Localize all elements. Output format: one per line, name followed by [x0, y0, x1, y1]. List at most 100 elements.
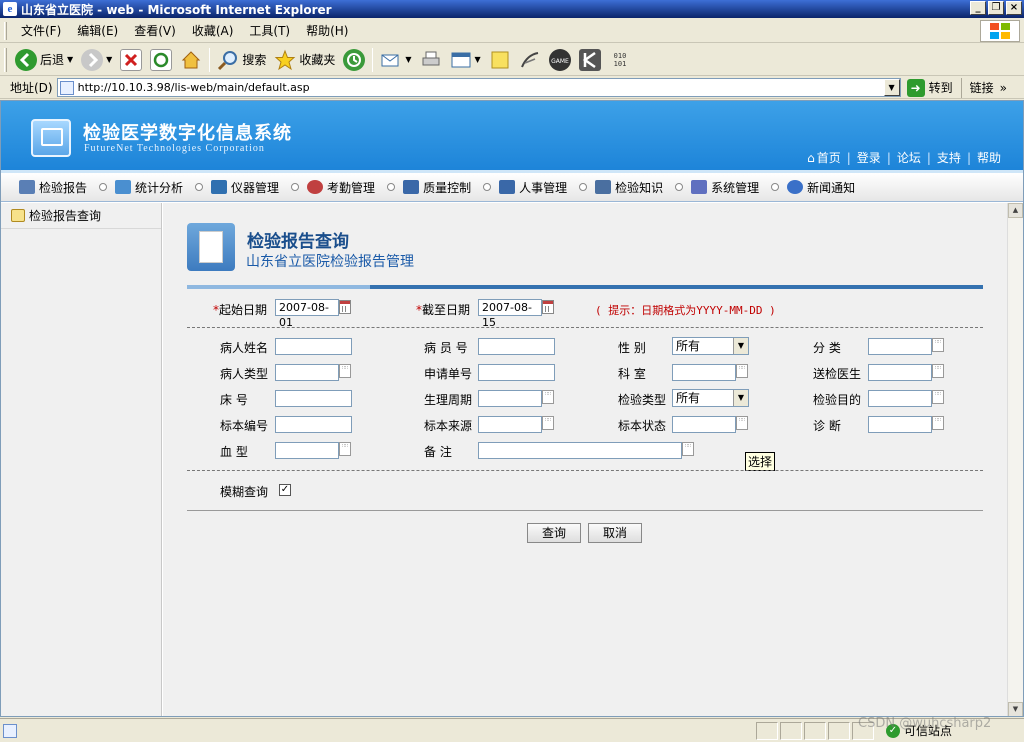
test-purpose-input[interactable]: [868, 390, 932, 407]
diagnosis-input[interactable]: [868, 416, 932, 433]
patient-no-input[interactable]: [478, 338, 555, 355]
end-date-text: 截至日期: [422, 303, 471, 317]
picker-icon[interactable]: ∷∷: [932, 416, 944, 430]
nav-system[interactable]: 系统管理: [687, 179, 767, 196]
history-icon: [343, 48, 366, 71]
menu-file[interactable]: 文件(F): [13, 22, 69, 39]
gender-select[interactable]: 所有 ▼: [672, 337, 749, 355]
remarks-input[interactable]: [478, 442, 682, 459]
patient-type-input[interactable]: [275, 364, 339, 381]
department-input[interactable]: [672, 364, 736, 381]
scroll-up-icon[interactable]: ▲: [1008, 203, 1023, 218]
bed-no-input[interactable]: [275, 390, 352, 407]
standard-toolbar: 后退 ▼ ▼ 搜索 收藏夹 ▼ ▼ GAME 010 101: [0, 44, 1024, 76]
picker-icon[interactable]: ∷∷: [682, 442, 694, 456]
vertical-scrollbar[interactable]: ▲ ▼: [1007, 203, 1023, 716]
patient-name-input[interactable]: [275, 338, 352, 355]
address-input[interactable]: http://10.10.3.98/lis-web/main/default.a…: [56, 78, 901, 97]
site-link-home[interactable]: 首页: [817, 149, 847, 166]
picker-icon[interactable]: ∷∷: [736, 364, 748, 378]
binary-tool-button[interactable]: 010 101: [605, 46, 635, 74]
stop-button[interactable]: [116, 46, 146, 74]
go-button[interactable]: ➜ 转到: [901, 78, 961, 97]
nav-test-report[interactable]: 检验报告: [15, 179, 95, 196]
nav-personnel[interactable]: 人事管理: [495, 179, 575, 196]
minimize-button[interactable]: _: [970, 1, 986, 15]
search-button[interactable]: 搜索: [213, 46, 270, 74]
test-type-select[interactable]: 所有 ▼: [672, 389, 749, 407]
toolbar-grip[interactable]: [4, 47, 7, 72]
nav-attendance[interactable]: 考勤管理: [303, 179, 383, 196]
site-link-support[interactable]: 支持: [931, 149, 967, 166]
sidebar-item-report-query[interactable]: 检验报告查询: [1, 203, 161, 229]
specimen-status-input[interactable]: [672, 416, 736, 433]
end-date-input[interactable]: 2007-08-15: [478, 299, 542, 329]
site-link-login[interactable]: 登录: [851, 149, 887, 166]
picker-icon[interactable]: ∷∷: [736, 416, 748, 430]
request-no-input[interactable]: [478, 364, 555, 381]
print-button[interactable]: [416, 46, 446, 74]
picker-icon[interactable]: ∷∷: [932, 390, 944, 404]
nav-quality[interactable]: 质量控制: [399, 179, 479, 196]
links-button[interactable]: 链接 »: [960, 77, 1007, 98]
windows-logo-icon: [980, 20, 1020, 42]
specimen-no-input[interactable]: [275, 416, 352, 433]
blood-type-input[interactable]: [275, 442, 339, 459]
menu-help[interactable]: 帮助(H): [298, 22, 356, 39]
query-button[interactable]: 查询: [527, 523, 581, 543]
edit-button[interactable]: ▼: [446, 46, 485, 74]
picker-icon[interactable]: ∷∷: [932, 364, 944, 378]
category-input[interactable]: [868, 338, 932, 355]
mail-button[interactable]: ▼: [376, 46, 415, 74]
forward-button[interactable]: ▼: [77, 46, 116, 74]
picker-icon[interactable]: ∷∷: [339, 442, 351, 456]
restore-button[interactable]: ❐: [988, 1, 1004, 15]
page-icon: [59, 80, 74, 95]
cancel-button[interactable]: 取消: [588, 523, 642, 543]
nav-news[interactable]: 新闻通知: [783, 179, 863, 196]
fuzzy-query-checkbox[interactable]: ✓: [279, 484, 291, 496]
scroll-down-icon[interactable]: ▼: [1008, 702, 1023, 716]
menu-view[interactable]: 查看(V): [126, 22, 184, 39]
site-links: ⌂ 首页 | 登录 | 论坛 | 支持 | 帮助: [801, 149, 1007, 166]
edit-dropdown-icon[interactable]: ▼: [475, 55, 481, 64]
menu-favorites[interactable]: 收藏(A): [184, 22, 242, 39]
nav-label: 仪器管理: [231, 180, 280, 195]
address-dropdown-icon[interactable]: ▼: [883, 79, 900, 96]
forward-dropdown-icon[interactable]: ▼: [106, 55, 112, 64]
back-dropdown-icon[interactable]: ▼: [67, 55, 73, 64]
calendar-icon[interactable]: [339, 300, 351, 314]
nav-statistics[interactable]: 统计分析: [111, 179, 191, 196]
refresh-button[interactable]: [146, 46, 176, 74]
messenger-button[interactable]: [515, 46, 545, 74]
discuss-button[interactable]: [485, 46, 515, 74]
favorites-button[interactable]: 收藏夹: [270, 46, 339, 74]
end-date-label: *截至日期: [416, 301, 470, 318]
picker-icon[interactable]: ∷∷: [542, 416, 554, 430]
calendar-icon[interactable]: [542, 300, 554, 314]
menu-edit[interactable]: 编辑(E): [69, 22, 126, 39]
picker-icon[interactable]: ∷∷: [932, 338, 944, 352]
toolbar-grip[interactable]: [4, 21, 7, 40]
title-divider: [187, 285, 983, 289]
start-date-input[interactable]: 2007-08-01: [275, 299, 339, 329]
nav-separator: [195, 183, 204, 191]
physio-cycle-input[interactable]: [478, 390, 542, 407]
site-link-forum[interactable]: 论坛: [891, 149, 927, 166]
nav-instruments[interactable]: 仪器管理: [207, 179, 287, 196]
specimen-source-input[interactable]: [478, 416, 542, 433]
menu-tools[interactable]: 工具(T): [241, 22, 298, 39]
game-button[interactable]: GAME: [545, 46, 575, 74]
nav-knowledge[interactable]: 检验知识: [591, 179, 671, 196]
edit-page-icon: [450, 49, 472, 71]
close-button[interactable]: ×: [1006, 1, 1022, 15]
back-button[interactable]: 后退 ▼: [11, 46, 77, 74]
mail-dropdown-icon[interactable]: ▼: [405, 55, 411, 64]
history-button[interactable]: [339, 46, 369, 74]
picker-icon[interactable]: ∷∷: [339, 364, 351, 378]
home-button[interactable]: [176, 46, 206, 74]
sending-doctor-input[interactable]: [868, 364, 932, 381]
site-link-help[interactable]: 帮助: [971, 149, 1007, 166]
k-tool-button[interactable]: [575, 46, 605, 74]
picker-icon[interactable]: ∷∷: [542, 390, 554, 404]
